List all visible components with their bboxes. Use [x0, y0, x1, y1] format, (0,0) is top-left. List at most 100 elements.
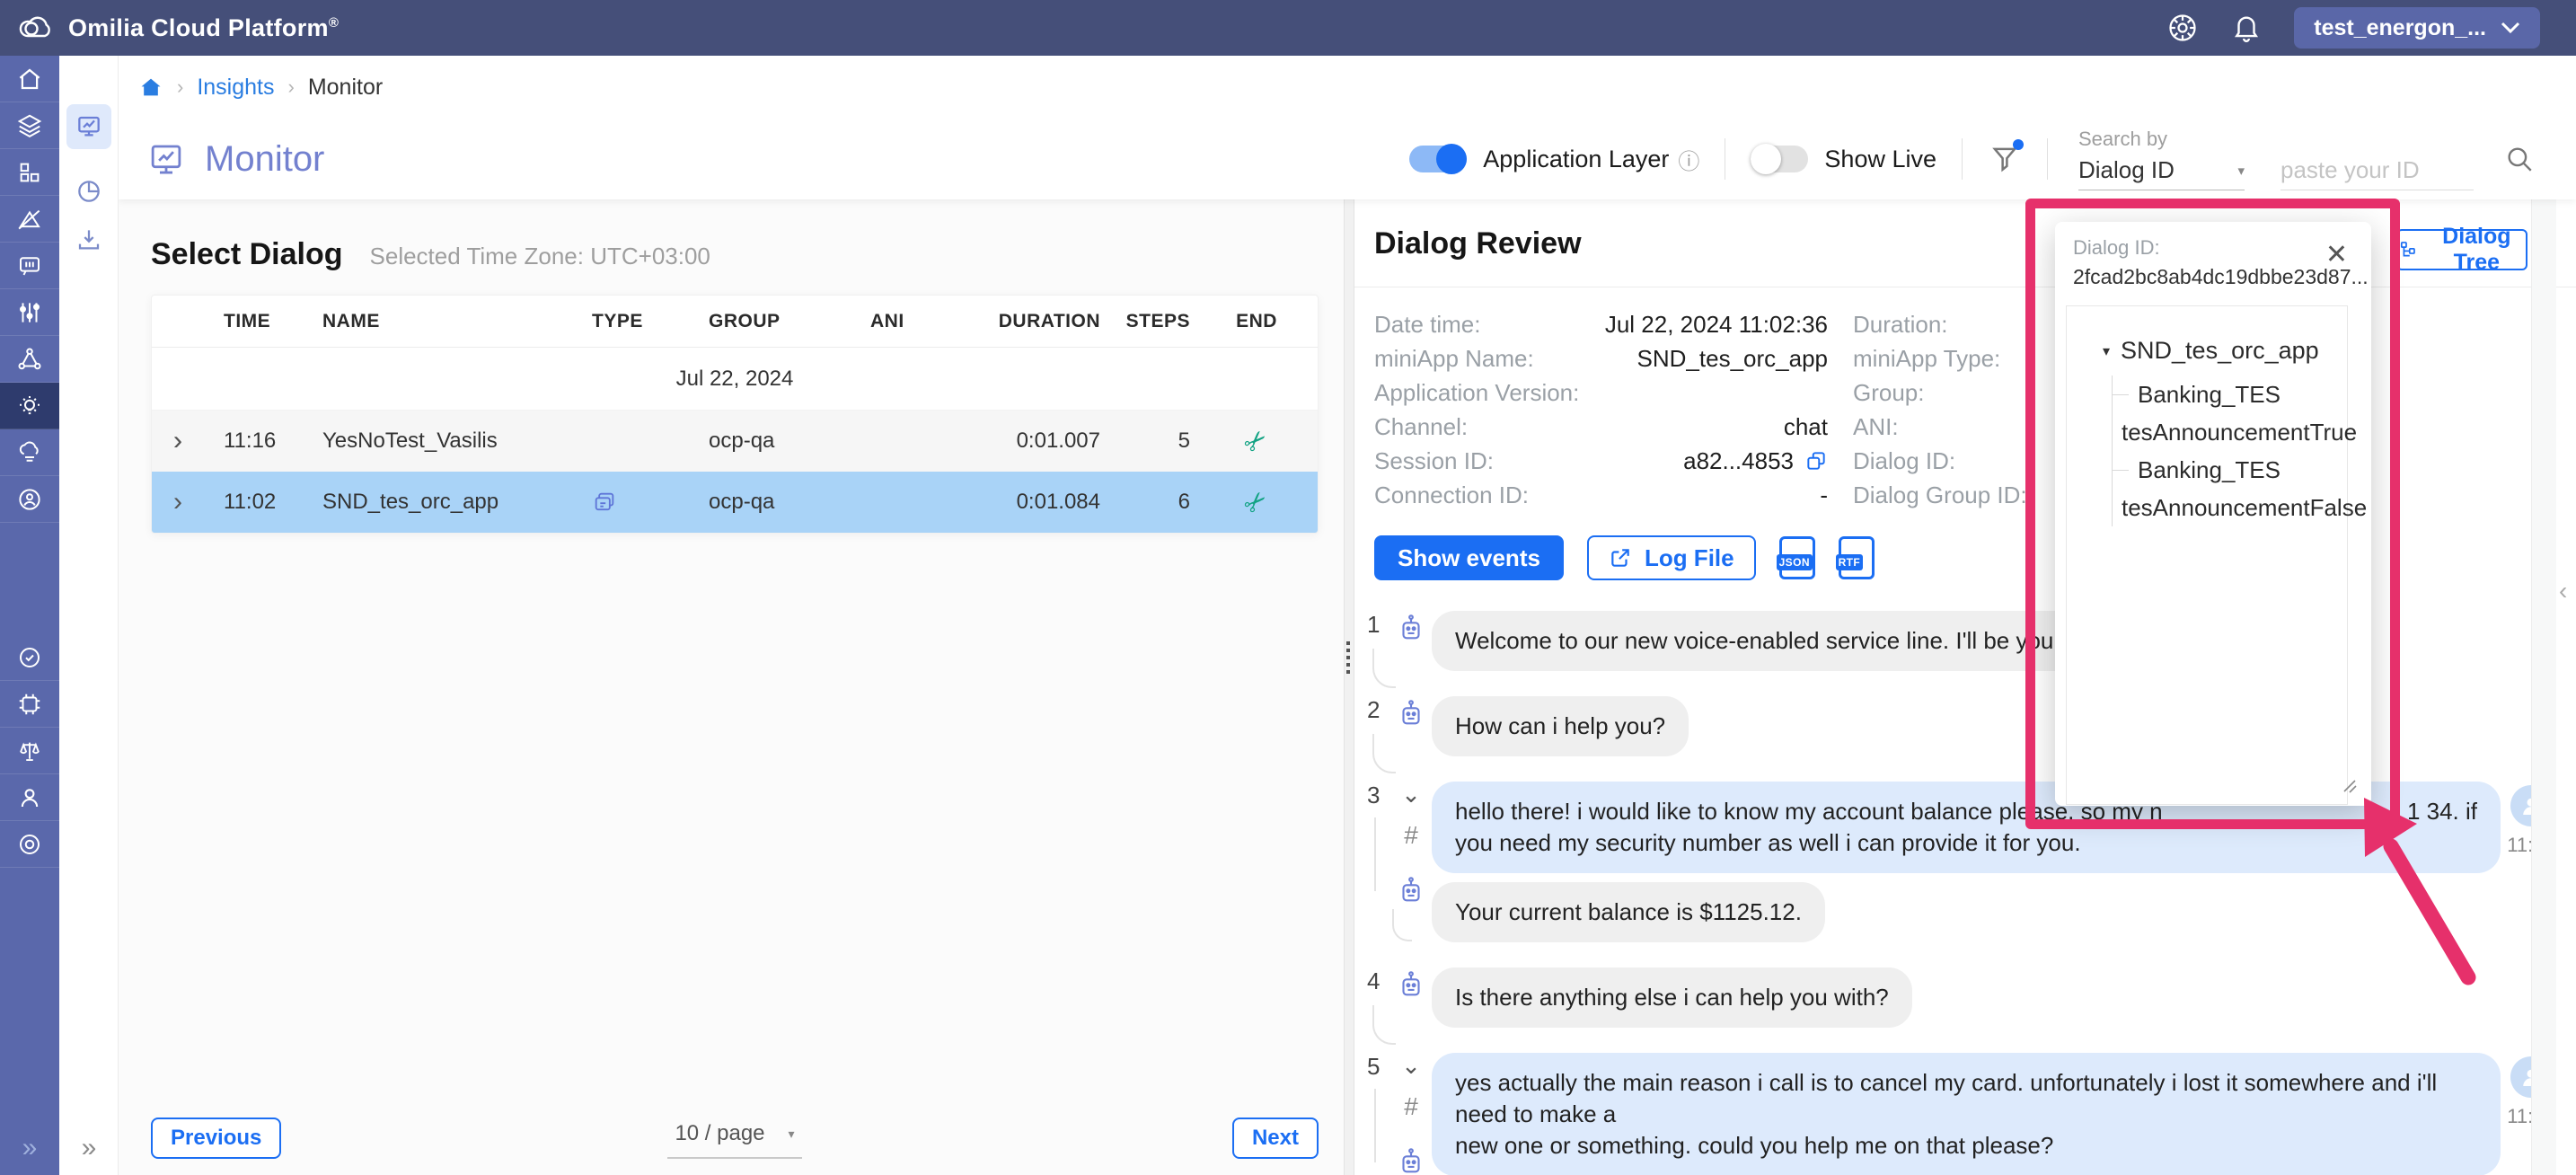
sidebar-item-orchestrator[interactable]: [0, 336, 59, 383]
show-live-toggle[interactable]: [1751, 146, 1808, 172]
show-events-button[interactable]: Show events: [1374, 535, 1564, 580]
hash-icon[interactable]: #: [1404, 821, 1418, 850]
field-label: Connection ID:: [1374, 481, 1529, 509]
breadcrumb-link-insights[interactable]: Insights: [197, 75, 274, 101]
hash-icon[interactable]: #: [1404, 1092, 1418, 1121]
export-rtf-button[interactable]: RTF: [1839, 536, 1875, 579]
sidebar-item-dialogs[interactable]: [0, 243, 59, 289]
sliders-icon: [16, 299, 43, 326]
sidebar-item-home[interactable]: [0, 56, 59, 102]
account-label: test_energon_...: [2314, 15, 2486, 41]
field-value: chat: [1784, 413, 1828, 441]
bot-message-bubble: Your current balance is $1125.12.: [1432, 882, 1825, 942]
table-row-2-selected[interactable]: › 11:02 SND_tes_orc_app ocp-qa 0:01.084 …: [152, 472, 1318, 533]
col-end[interactable]: END: [1203, 311, 1310, 332]
dialog-tree-button[interactable]: Dialog Tree: [2396, 229, 2527, 270]
step-number: 2: [1367, 696, 1390, 756]
tree-node[interactable]: tesAnnouncementFalse: [2113, 489, 2347, 526]
col-time[interactable]: TIME: [224, 311, 322, 332]
subnav-item-exports[interactable]: [66, 217, 111, 262]
expand-row-icon[interactable]: ›: [161, 426, 224, 456]
sidebar-item-applications[interactable]: [0, 102, 59, 149]
expand-step-icon[interactable]: ⌄: [1401, 1053, 1421, 1078]
col-duration[interactable]: DURATION: [960, 311, 1113, 332]
previous-page-button[interactable]: Previous: [151, 1118, 281, 1159]
sidebar-item-tuning[interactable]: [0, 289, 59, 336]
table-header-row: TIME NAME TYPE GROUP ANI DURATION STEPS …: [152, 296, 1318, 348]
expand-row-icon[interactable]: ›: [161, 487, 224, 517]
divider: [2047, 138, 2048, 180]
sidebar-item-insights[interactable]: [0, 383, 59, 429]
resize-handle-icon[interactable]: [2341, 777, 2359, 795]
sidebar-item-integrations[interactable]: [0, 681, 59, 728]
dialogs-table: TIME NAME TYPE GROUP ANI DURATION STEPS …: [151, 295, 1319, 534]
field-label: Duration:: [1853, 311, 1948, 339]
sidebar-item-legal[interactable]: [0, 728, 59, 774]
export-json-button[interactable]: JSON: [1779, 536, 1815, 579]
search-icon[interactable]: [2504, 144, 2535, 174]
col-name[interactable]: NAME: [322, 311, 592, 332]
field-label: Dialog Group ID:: [1853, 481, 2027, 509]
sidebar-item-miniapps[interactable]: [0, 149, 59, 196]
tree-node[interactable]: tesAnnouncementTrue: [2113, 413, 2347, 451]
tree-root-node[interactable]: ▾ SND_tes_orc_app: [2103, 337, 2347, 365]
tree-node[interactable]: Banking_TES: [2113, 451, 2347, 489]
col-type[interactable]: TYPE: [592, 311, 709, 332]
tree-node[interactable]: Banking_TES: [2113, 375, 2347, 413]
filter-funnel-icon[interactable]: [1988, 141, 2022, 177]
sidebar-item-admin[interactable]: [0, 476, 59, 523]
application-layer-label: Application Layer: [1483, 146, 1669, 173]
sidebar-item-support[interactable]: [0, 821, 59, 868]
lightbulb-icon: [16, 393, 43, 420]
breadcrumb-home-icon[interactable]: [138, 75, 163, 100]
info-icon[interactable]: ⓘ: [1678, 144, 1699, 175]
expand-step-icon[interactable]: ⌄: [1401, 782, 1421, 807]
field-label: miniApp Type:: [1853, 345, 2000, 373]
col-group[interactable]: GROUP: [709, 311, 870, 332]
page-size-value: 10 / page: [675, 1121, 764, 1146]
col-steps[interactable]: STEPS: [1113, 311, 1203, 332]
table-row-1[interactable]: › 11:16 YesNoTest_Vasilis ocp-qa 0:01.00…: [152, 411, 1318, 472]
settings-gear-icon[interactable]: [2166, 12, 2199, 44]
col-ani[interactable]: ANI: [870, 311, 960, 332]
log-file-button[interactable]: Log File: [1587, 535, 1756, 580]
application-layer-toggle[interactable]: [1409, 146, 1467, 172]
drag-handle[interactable]: [1346, 641, 1350, 674]
sidebar-item-quality[interactable]: [0, 634, 59, 681]
account-menu-button[interactable]: test_energon_...: [2294, 7, 2540, 49]
monitor-icon: [75, 112, 103, 141]
notifications-bell-icon[interactable]: [2231, 12, 2262, 44]
page-size-select[interactable]: 10 / page▾: [667, 1121, 802, 1159]
sidebar-item-users[interactable]: [0, 774, 59, 821]
copy-icon[interactable]: [1804, 449, 1828, 473]
tree-icon: [2398, 237, 2419, 262]
tree-collapse-caret[interactable]: ▾: [2103, 342, 2110, 360]
search-by-label: Search by: [2078, 128, 2474, 151]
close-icon[interactable]: ✕: [2325, 242, 2348, 269]
subnav-item-monitor[interactable]: [66, 104, 111, 149]
session-id-value: a82...4853: [1683, 447, 1794, 475]
breadcrumb-current: Monitor: [308, 75, 383, 101]
next-page-button[interactable]: Next: [1232, 1118, 1319, 1159]
timezone-note: Selected Time Zone: UTC+03:00: [370, 243, 710, 270]
collapse-sidebar-button[interactable]: »: [0, 1121, 59, 1175]
pane-resize-divider[interactable]: [1344, 199, 1354, 1175]
bot-icon: [1396, 873, 1426, 907]
scrollbar-track[interactable]: [2531, 199, 2556, 1175]
sidebar-item-design[interactable]: [0, 196, 59, 243]
user-message-bubble: yes actually the main reason i call is t…: [1432, 1053, 2501, 1175]
pie-chart-icon: [75, 177, 103, 206]
search-id-input[interactable]: [2280, 156, 2474, 190]
search-type-select[interactable]: Dialog ID ▾: [2078, 156, 2245, 190]
collapse-subnav-button[interactable]: »: [59, 1121, 119, 1175]
panel-collapse-arrow[interactable]: ‹: [2559, 577, 2567, 605]
home-icon: [16, 66, 43, 93]
subnav-item-reports[interactable]: [66, 169, 111, 214]
network-nodes-icon: [16, 346, 43, 373]
breadcrumb-separator: ›: [177, 75, 183, 99]
transcript-step-1: 1 Welcome to our new voice-enabled servi…: [1367, 611, 2576, 671]
person-icon: [16, 784, 43, 811]
sidebar-item-deployments[interactable]: [0, 429, 59, 476]
show-live-label: Show Live: [1824, 146, 1936, 173]
bot-message-bubble: How can i help you?: [1432, 696, 1689, 756]
